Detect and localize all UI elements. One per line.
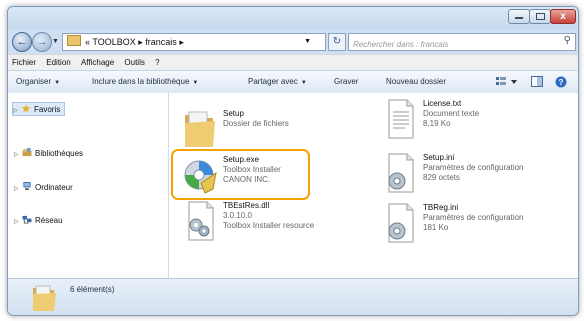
menu-help[interactable]: ? bbox=[151, 55, 163, 71]
organize-label: Organiser bbox=[16, 77, 52, 86]
organize-button[interactable]: Organiser ▼ bbox=[16, 71, 60, 94]
setup-exe-highlight bbox=[171, 149, 310, 200]
status-bar: 6 élément(s) bbox=[8, 278, 578, 315]
file-type: Dossier de fichiers bbox=[223, 119, 289, 128]
nav-item-favorites[interactable]: ▷ Favoris bbox=[12, 102, 66, 116]
navigation-pane: ▷ Favoris ▷ Bibliothèques ▷ Ordinateur ▷ Rés… bbox=[8, 93, 169, 278]
file-item-setup-folder[interactable]: Setup Dossier de fichiers bbox=[183, 109, 363, 153]
file-item-tbreg-ini[interactable]: TBReg.ini Paramètres de configuration 18… bbox=[383, 203, 563, 247]
include-in-library-button[interactable]: Inclure dans la bibliothèque ▼ bbox=[92, 71, 198, 94]
back-arrow-icon: ← bbox=[16, 36, 28, 48]
share-with-button[interactable]: Partager avec ▼ bbox=[248, 71, 307, 94]
file-meta: Setup Dossier de fichiers bbox=[223, 109, 289, 129]
config-file-icon bbox=[388, 203, 414, 243]
title-bar[interactable]: x bbox=[8, 7, 578, 29]
breadcrumb-toolbox[interactable]: TOOLBOX bbox=[92, 37, 135, 47]
file-name: TBEstRes.dll bbox=[223, 201, 270, 210]
close-icon: x bbox=[560, 11, 566, 22]
nav-label: Ordinateur bbox=[35, 183, 73, 192]
maximize-button[interactable] bbox=[529, 9, 551, 24]
menu-edit[interactable]: Edition bbox=[42, 55, 74, 71]
preview-pane-icon[interactable] bbox=[531, 76, 543, 88]
computer-icon bbox=[23, 182, 31, 191]
back-button[interactable]: ← bbox=[12, 32, 32, 52]
burn-button[interactable]: Graver bbox=[334, 71, 358, 93]
menu-bar: Fichier Edition Affichage Outils ? bbox=[8, 54, 578, 71]
file-size: 181 Ko bbox=[423, 223, 449, 232]
file-name: License.txt bbox=[423, 99, 462, 108]
file-name: TBReg.ini bbox=[423, 203, 459, 212]
file-name: Setup.ini bbox=[423, 153, 455, 162]
menu-view[interactable]: Affichage bbox=[77, 55, 118, 71]
file-version: 3.0.10.0 bbox=[223, 211, 252, 220]
maximize-icon bbox=[535, 13, 545, 20]
share-label: Partager avec bbox=[248, 77, 298, 86]
dropdown-arrow-icon: ▼ bbox=[300, 80, 307, 86]
search-input[interactable] bbox=[349, 36, 557, 53]
dropdown-arrow-icon: ▼ bbox=[192, 80, 199, 86]
help-icon[interactable]: ? bbox=[555, 76, 567, 88]
nav-item-libraries[interactable]: ▷ Bibliothèques bbox=[14, 148, 83, 158]
address-prefix: « bbox=[85, 37, 91, 47]
command-bar: Organiser ▼ Inclure dans la bibliothèque ▼… bbox=[8, 70, 578, 94]
refresh-button[interactable]: ↻ bbox=[328, 33, 346, 51]
config-file-icon bbox=[388, 153, 414, 193]
forward-button[interactable]: → bbox=[32, 32, 52, 52]
search-box[interactable]: ⚲ bbox=[348, 33, 576, 53]
expand-arrow-icon[interactable]: ▷ bbox=[14, 218, 22, 225]
new-folder-button[interactable]: Nouveau dossier bbox=[386, 71, 446, 93]
search-icon[interactable]: ⚲ bbox=[564, 35, 571, 46]
dll-file-icon bbox=[188, 201, 214, 241]
folder-icon bbox=[33, 285, 56, 311]
menu-tools[interactable]: Outils bbox=[120, 55, 148, 71]
folder-icon bbox=[67, 35, 81, 46]
file-size: 8,19 Ko bbox=[423, 119, 451, 128]
nav-label: Réseau bbox=[35, 216, 63, 225]
nav-item-computer[interactable]: ▷ Ordinateur bbox=[14, 182, 73, 192]
forward-arrow-icon: → bbox=[36, 36, 48, 48]
file-type: Paramètres de configuration bbox=[423, 163, 524, 172]
nav-item-network[interactable]: ▷ Réseau bbox=[14, 215, 63, 225]
file-size: 829 octets bbox=[423, 173, 460, 182]
breadcrumb-separator-icon[interactable]: ▸ bbox=[138, 37, 143, 47]
file-item-setup-ini[interactable]: Setup.ini Paramètres de configuration 82… bbox=[383, 153, 563, 197]
navigation-bar: ← → ▼ « TOOLBOX ▸ francais ▸ ▼ ↻ ⚲ bbox=[8, 29, 578, 53]
folder-icon bbox=[185, 111, 215, 147]
file-meta: TBReg.ini Paramètres de configuration 18… bbox=[423, 203, 524, 233]
nav-label: Bibliothèques bbox=[35, 149, 84, 158]
dropdown-arrow-icon: ▼ bbox=[54, 80, 61, 86]
file-type: Document texte bbox=[423, 109, 480, 118]
refresh-icon: ↻ bbox=[332, 36, 342, 47]
minimize-icon bbox=[515, 17, 523, 19]
item-count: 6 élément(s) bbox=[70, 285, 115, 294]
expand-arrow-icon[interactable]: ▷ bbox=[14, 185, 22, 192]
close-button[interactable]: x bbox=[550, 9, 576, 24]
expand-arrow-icon[interactable]: ▷ bbox=[14, 151, 22, 158]
recent-pages-dropdown[interactable]: ▼ bbox=[52, 38, 59, 45]
file-name: Setup bbox=[223, 109, 244, 118]
svg-text:?: ? bbox=[559, 78, 564, 87]
include-label: Inclure dans la bibliothèque bbox=[92, 77, 190, 86]
star-icon bbox=[21, 104, 31, 113]
file-meta: Setup.ini Paramètres de configuration 82… bbox=[423, 153, 524, 183]
view-options-icon[interactable] bbox=[496, 76, 518, 88]
network-icon bbox=[22, 215, 32, 224]
file-description: Toolbox Installer resource bbox=[223, 221, 315, 230]
expand-arrow-icon[interactable]: ▷ bbox=[13, 107, 21, 114]
breadcrumb-separator-icon[interactable]: ▸ bbox=[179, 37, 184, 47]
explorer-window: x ← → ▼ « TOOLBOX ▸ francais ▸ ▼ ↻ ⚲ Fic… bbox=[7, 6, 579, 316]
address-bar[interactable]: « TOOLBOX ▸ francais ▸ ▼ bbox=[62, 33, 326, 51]
file-meta: License.txt Document texte 8,19 Ko bbox=[423, 99, 479, 129]
file-type: Paramètres de configuration bbox=[423, 213, 524, 222]
text-document-icon bbox=[388, 99, 414, 139]
file-item-license[interactable]: License.txt Document texte 8,19 Ko bbox=[383, 99, 563, 143]
libraries-icon bbox=[22, 148, 32, 157]
minimize-button[interactable] bbox=[508, 9, 530, 24]
address-dropdown-icon[interactable]: ▼ bbox=[304, 34, 311, 50]
file-meta: TBEstRes.dll 3.0.10.0 Toolbox Installer … bbox=[223, 201, 314, 231]
nav-label: Favoris bbox=[34, 105, 61, 114]
breadcrumb-francais[interactable]: francais bbox=[145, 37, 177, 47]
file-item-tbestres-dll[interactable]: TBEstRes.dll 3.0.10.0 Toolbox Installer … bbox=[183, 201, 363, 245]
menu-file[interactable]: Fichier bbox=[8, 55, 40, 71]
